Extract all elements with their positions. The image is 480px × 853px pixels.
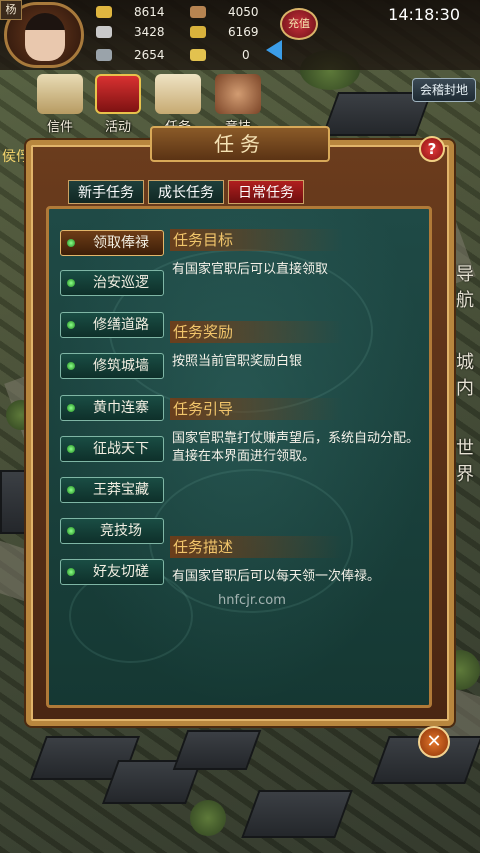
section-reward-heading: 任务奖励 (170, 321, 343, 343)
task-item-label: 修筑城墙 (93, 358, 149, 374)
help-button[interactable]: ? (419, 136, 445, 162)
menu-arena[interactable]: 竞技 (210, 74, 266, 135)
nav-city-label: 城内 (456, 352, 474, 399)
panel-title: 任务 (150, 126, 330, 162)
nav-world-label: 世界 (456, 438, 474, 485)
task-item-salary[interactable]: 领取俸禄 (60, 230, 164, 256)
status-dot-icon (67, 239, 75, 247)
task-item-walls[interactable]: 修筑城墙 (60, 353, 164, 379)
resource-gold: 8614 (96, 2, 165, 22)
section-reward-text: 按照当前官职奖励白银 (172, 354, 303, 369)
nav-guide[interactable]: 导航 (452, 262, 478, 314)
task-item-label: 好友切磋 (93, 564, 149, 580)
status-dot-icon (67, 404, 75, 412)
task-item-label: 征战天下 (93, 441, 149, 457)
silver-value: 3428 (134, 25, 165, 39)
task-item-treasure[interactable]: 王莽宝藏 (60, 477, 164, 503)
task-item-label: 竞技场 (100, 523, 142, 539)
ingot-icon (190, 49, 206, 61)
recharge-button[interactable]: 充值 (280, 8, 318, 40)
tab-growth[interactable]: 成长任务 (148, 180, 224, 204)
status-dot-icon (67, 445, 75, 453)
status-dot-icon (67, 279, 75, 287)
menu-mail[interactable]: 信件 (32, 74, 88, 135)
wood-icon (190, 6, 206, 18)
iron-icon (96, 49, 112, 61)
collapse-arrow-icon[interactable] (266, 40, 282, 60)
section-desc-text: 有国家官职后可以每天领一次俸禄。 (172, 569, 381, 584)
status-dot-icon (67, 321, 75, 329)
task-item-label: 治安巡逻 (93, 275, 149, 291)
clock: 14:18:30 (388, 5, 460, 24)
task-item-friend-duel[interactable]: 好友切磋 (60, 559, 164, 585)
menu-task[interactable]: 任务 (150, 74, 206, 135)
section-guide-heading: 任务引导 (170, 398, 343, 420)
gold-value: 8614 (134, 5, 165, 19)
section-goal-text: 有国家官职后可以直接领取 (172, 262, 329, 277)
nav-city[interactable]: 城内 (452, 350, 478, 402)
grain-value: 6169 (228, 25, 259, 39)
section-goal-heading: 任务目标 (170, 229, 343, 251)
gold-icon (96, 6, 112, 18)
mail-icon (37, 74, 83, 114)
grain-icon (190, 26, 206, 38)
fist-icon (215, 74, 261, 114)
ingot-value: 0 (242, 48, 250, 62)
tab-daily[interactable]: 日常任务 (228, 180, 304, 204)
tab-newbie[interactable]: 新手任务 (68, 180, 144, 204)
section-guide-text: 国家官职靠打仗赚声望后，系统自动分配。直接在本界面进行领取。 (172, 431, 420, 464)
resource-ingot: 0 (190, 45, 250, 65)
task-item-label: 王莽宝藏 (93, 482, 149, 498)
task-item-yellow-turban[interactable]: 黄巾连寨 (60, 395, 164, 421)
resource-wood: 4050 (190, 2, 259, 22)
status-dot-icon (67, 527, 75, 535)
status-dot-icon (67, 486, 75, 494)
task-item-label: 黄巾连寨 (93, 400, 149, 416)
resource-silver: 3428 (96, 22, 165, 42)
top-hud: 杨 8614 4050 3428 6169 2654 0 充值 14:18:30 (0, 0, 480, 70)
task-item-conquest[interactable]: 征战天下 (60, 436, 164, 462)
task-item-label: 修缮道路 (93, 317, 149, 333)
status-dot-icon (67, 362, 75, 370)
silver-icon (96, 26, 112, 38)
gift-icon (95, 74, 141, 114)
menu-event-label: 活动 (104, 120, 131, 135)
player-name-tag: 杨 (0, 0, 22, 20)
nav-world[interactable]: 世界 (452, 436, 478, 488)
task-item-patrol[interactable]: 治安巡逻 (60, 270, 164, 296)
close-button[interactable]: ✕ (418, 726, 450, 758)
iron-value: 2654 (134, 48, 165, 62)
scroll-icon (155, 74, 201, 114)
menu-mail-label: 信件 (46, 120, 73, 135)
nav-guide-label: 导航 (456, 264, 474, 311)
task-item-arena[interactable]: 竞技场 (60, 518, 164, 544)
resource-grain: 6169 (190, 22, 259, 42)
menu-event[interactable]: 活动 (90, 74, 146, 135)
section-desc-heading: 任务描述 (170, 536, 343, 558)
fief-button[interactable]: 会稽封地 (412, 78, 476, 102)
wood-value: 4050 (228, 5, 259, 19)
resource-iron: 2654 (96, 45, 165, 65)
status-dot-icon (67, 568, 75, 576)
watermark: hnfcjr.com (218, 593, 286, 608)
task-item-label: 领取俸禄 (93, 235, 149, 251)
avatar-portrait (25, 13, 65, 61)
task-item-roads[interactable]: 修缮道路 (60, 312, 164, 338)
